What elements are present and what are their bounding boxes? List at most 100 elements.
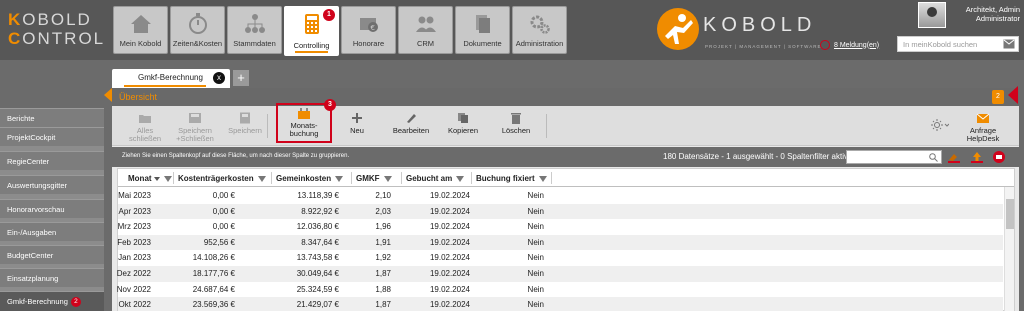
settings-sun-icon[interactable] [931,119,949,131]
monthly-booking-button[interactable]: Monats-buchung 3 [276,99,336,143]
kobold-control-logo[interactable]: KOBOLD CONTROL [8,10,105,48]
sidebar-item-berichte[interactable]: Berichte [0,108,104,127]
module-tab-administration[interactable]: Administration [512,6,567,54]
user-role: Administrator [975,14,1020,23]
toolbar-divider [267,114,268,138]
table-row[interactable]: Mai 2023 0,00 € 13.118,39 € 2,10 19.02.2024 N… [118,188,1003,204]
sidebar-item-einsatzplanung[interactable]: Einsatzplanung [0,268,104,287]
search-icon[interactable] [929,153,938,162]
export-icon[interactable] [970,150,984,164]
filter-icon[interactable] [538,175,547,182]
button-label: Kopieren [447,126,479,135]
messages-link-text[interactable]: 8 Meldung(en) [834,42,879,49]
filter-icon[interactable] [257,175,266,182]
avatar[interactable] [918,2,946,28]
add-tab-button[interactable]: + [233,70,249,86]
trash-icon [511,113,521,124]
stopwatch-icon [188,13,207,34]
print-icon[interactable] [992,150,1006,164]
module-tab-honorare[interactable]: € Honorare [341,6,396,54]
table-row[interactable]: Okt 2022 23.569,36 € 21.429,07 € 1,87 19.02.… [118,297,1003,311]
button-label: schließen [128,134,162,143]
scrollbar-thumb[interactable] [1006,199,1014,229]
messages-link[interactable]: 8 Meldung(en) [820,40,879,50]
table-cell: 0,00 € [212,206,235,216]
column-header-gebucht-am[interactable]: Gebucht am [406,169,465,187]
expand-right-arrow-icon[interactable] [1008,86,1018,104]
new-button[interactable]: Neu [332,112,382,148]
sidebar-item-budgetcenter[interactable]: BudgetCenter [0,245,104,264]
filter-icon[interactable] [456,175,465,182]
save-icon [240,112,250,124]
sort-desc-icon[interactable] [153,176,160,181]
org-chart-icon [244,14,265,33]
column-header-gemeinkosten[interactable]: Gemeinkosten [276,169,344,187]
save-button[interactable]: Speichern [220,112,270,148]
close-all-button[interactable]: Alles schließen [120,112,170,148]
helpdesk-request-button[interactable]: Anfrage HelpDesk [958,112,1008,148]
collapse-left-arrow-icon[interactable] [104,88,112,102]
save-close-button[interactable]: Speichern +Schließen [170,112,220,148]
people-icon [415,16,436,32]
module-label: CRM [416,39,435,48]
table-row[interactable]: Dez 2022 18.177,76 € 30.049,64 € 1,87 19.02.… [117,266,1003,282]
table-row[interactable]: Jan 2023 14.108,26 € 13.743,58 € 1,92 19.02.… [118,250,1003,266]
module-tab-dokumente[interactable]: Dokumente [455,6,510,54]
user-name[interactable]: Architekt, Admin [966,5,1020,14]
clear-filter-icon[interactable] [947,150,961,164]
kobold-logo-subtitle: PROJEKT | MANAGEMENT | SOFTWARE [705,44,822,49]
module-tab-mein-kobold[interactable]: Mein Kobold [113,6,168,54]
table-row[interactable]: Nov 2022 24.687,64 € 25.324,59 € 1,88 19.02.… [116,282,1003,298]
column-header-buchung-fixiert[interactable]: Buchung fixiert [476,169,547,187]
module-tab-crm[interactable]: CRM [398,6,453,54]
sidebar-item-projektcockpit[interactable]: ProjektCockpit [0,127,104,146]
tab-gmkf-berechnung[interactable]: Gmkf-Berechnung x [112,69,230,88]
table-cell: Nein [527,206,544,216]
filter-icon[interactable] [163,175,172,182]
sidebar-item-auswertungsgitter[interactable]: Auswertungsgitter [0,175,104,194]
table-cell: Feb 2023 [117,237,151,247]
module-tab-zeiten-kosten[interactable]: Zeiten&Kosten [170,6,225,54]
delete-button[interactable]: Löschen [491,112,541,148]
sidebar-item-ein-ausgaben[interactable]: Ein-/Ausgaben [0,222,104,241]
copy-button[interactable]: Kopieren [438,112,488,148]
notification-badge[interactable]: 2 [992,90,1004,104]
sidebar-item-gmkf-berechnung[interactable]: Gmkf-Berechnung 2 [0,291,104,311]
module-tab-controlling[interactable]: Controlling 1 [284,6,339,56]
global-search-input[interactable]: In meinKobold suchen [897,36,1019,52]
filter-icon[interactable] [383,175,392,182]
table-row[interactable]: Apr 2023 0,00 € 8.922,92 € 2,03 19.02.2024 Ne… [118,203,1003,220]
table-cell: 2,03 [375,206,391,216]
table-cell: 1,87 [375,269,391,278]
plus-icon [352,113,362,123]
edit-button[interactable]: Bearbeiten [386,112,436,148]
module-tab-stammdaten[interactable]: Stammdaten [227,6,282,54]
sidebar-item-regiecenter[interactable]: RegieCenter [0,151,104,170]
column-header-kostentraegerkosten[interactable]: Kostenträgerkosten [178,169,266,187]
column-header-gmkf[interactable]: GMKF [356,169,392,187]
column-header-label: GMKF [356,174,380,183]
table-cell: Nov 2022 [116,284,151,294]
annotation-badge-3: 3 [324,99,336,111]
envelope-icon [976,113,990,123]
button-label: Neu [350,126,364,135]
table-cell: 12.036,80 € [296,222,339,232]
filter-icon[interactable] [335,175,344,182]
active-tab-underline [295,51,328,53]
table-row[interactable]: Mrz 2023 0,00 € 12.036,80 € 1,96 19.02.2024 N… [118,219,1003,235]
user-profile[interactable]: Architekt, Admin Administrator [918,2,1022,32]
table-cell: Nein [527,237,544,247]
envelope-search-icon[interactable] [1003,39,1015,49]
close-tab-icon[interactable]: x [213,72,225,84]
grid-search-input[interactable] [846,150,942,164]
table-row[interactable]: Feb 2023 952,56 € 8.347,64 € 1,91 19.02.2024… [117,234,1003,251]
column-divider [401,172,402,184]
module-label: Dokumente [463,39,502,48]
vertical-scrollbar[interactable] [1004,187,1014,311]
sidebar-item-honorarvorschau[interactable]: Honorarvorschau [0,199,104,218]
active-tab-underline [124,85,206,87]
column-header-monat[interactable]: Monat [128,169,172,187]
column-divider [351,172,352,184]
column-header-label: Gemeinkosten [276,174,332,183]
annotation-ring [820,40,830,50]
